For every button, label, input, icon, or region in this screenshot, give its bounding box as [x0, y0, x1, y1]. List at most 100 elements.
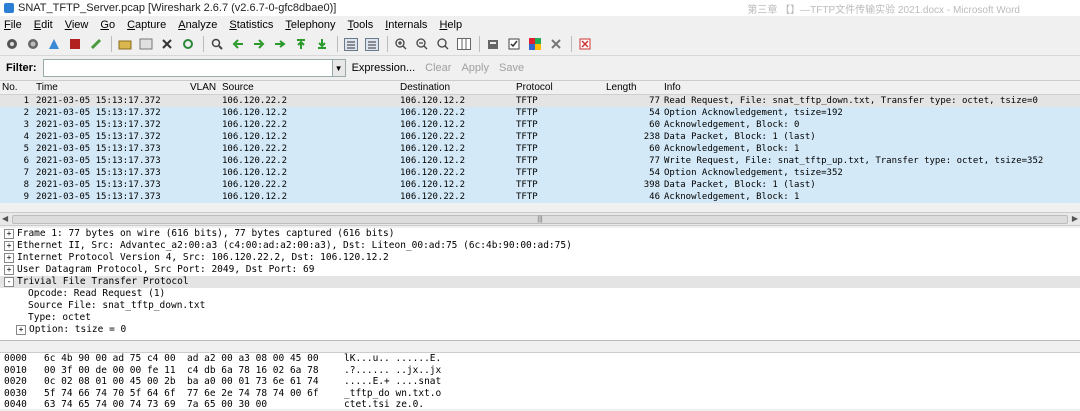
column-header-protocol[interactable]: Protocol	[516, 82, 606, 94]
bytes-row[interactable]: 0010 00 3f 00 de 00 00 fe 11 c4 db 6a 78 …	[0, 365, 1080, 377]
packet-time: 2021-03-05 15:13:17.373	[36, 192, 161, 202]
go-back-icon[interactable]	[230, 36, 246, 52]
collapse-icon[interactable]: -	[4, 276, 14, 287]
packet-source: 106.120.22.2	[222, 156, 288, 166]
menu-capture[interactable]: Capture	[127, 19, 166, 31]
toolbar-separator	[387, 36, 388, 52]
expand-icon[interactable]: +	[4, 228, 14, 239]
packet-time: 2021-03-05 15:13:17.372	[36, 96, 161, 106]
go-to-packet-icon[interactable]	[272, 36, 288, 52]
bytes-row[interactable]: 0020 0c 02 08 01 00 45 00 2b ba a0 00 01 …	[0, 376, 1080, 388]
detail-row[interactable]: + User Datagram Protocol, Src Port: 2049,…	[0, 264, 1080, 276]
bytes-hex: 00 3f 00 de 00 00 fe 11 c4 db 6a 78 16 0…	[44, 364, 319, 376]
coloring-rules-icon[interactable]	[527, 36, 543, 52]
column-header-vlan[interactable]: VLAN	[190, 82, 222, 94]
menu-go[interactable]: Go	[100, 19, 115, 31]
column-header-length[interactable]: Length	[606, 82, 664, 94]
packet-list-hscrollbar[interactable]: ◀ ||| ▶	[0, 212, 1080, 226]
colorize-icon[interactable]	[343, 36, 359, 52]
clear-button[interactable]: Clear	[425, 62, 451, 74]
bytes-row[interactable]: 0030 5f 74 66 74 70 5f 64 6f 77 6e 2e 74 …	[0, 388, 1080, 400]
packet-destination: 106.120.12.2	[400, 156, 466, 166]
toolbar-separator	[479, 36, 480, 52]
detail-row[interactable]: + Ethernet II, Src: Advantec_a2:00:a3 (c4…	[0, 240, 1080, 252]
detail-row[interactable]: + Frame 1: 77 bytes on wire (616 bits), 7…	[0, 228, 1080, 240]
display-filter-input[interactable]	[42, 59, 333, 77]
expression-button[interactable]: Expression...	[352, 62, 416, 74]
detail-row[interactable]: Opcode: Read Request (1)	[0, 288, 1080, 300]
packet-no: 8	[23, 180, 29, 190]
expand-icon[interactable]: +	[16, 324, 26, 335]
packet-row[interactable]: 8 2021-03-05 15:13:17.373 106.120.22.2 106.…	[0, 179, 1080, 191]
capture-options-icon[interactable]	[25, 36, 41, 52]
menu-view[interactable]: View	[65, 19, 89, 31]
expand-icon[interactable]: +	[4, 264, 14, 275]
expand-icon[interactable]: +	[4, 252, 14, 263]
reload-icon[interactable]	[180, 36, 196, 52]
close-file-icon[interactable]	[159, 36, 175, 52]
filter-dropdown-button[interactable]: ▼	[332, 59, 346, 77]
column-header-source[interactable]: Source	[222, 82, 400, 94]
column-header-info[interactable]: Info	[664, 82, 1080, 94]
preferences-icon[interactable]	[548, 36, 564, 52]
packet-vlan	[190, 167, 222, 179]
scrollbar-thumb[interactable]: |||	[12, 215, 1068, 224]
go-first-packet-icon[interactable]	[293, 36, 309, 52]
capture-filters-icon[interactable]	[485, 36, 501, 52]
packet-source: 106.120.22.2	[222, 180, 288, 190]
packet-row[interactable]: 2 2021-03-05 15:13:17.372 106.120.12.2 106.…	[0, 107, 1080, 119]
bytes-row[interactable]: 0040 63 74 65 74 00 74 73 69 7a 65 00 30 …	[0, 399, 1080, 411]
packet-no: 4	[23, 132, 29, 142]
scroll-left-icon[interactable]: ◀	[2, 214, 8, 223]
packet-vlan	[190, 107, 222, 119]
open-file-icon[interactable]	[117, 36, 133, 52]
detail-row[interactable]: Source File: snat_tftp_down.txt	[0, 300, 1080, 312]
interfaces-icon[interactable]	[4, 36, 20, 52]
packet-row[interactable]: 1 2021-03-05 15:13:17.372 106.120.22.2 106.…	[0, 95, 1080, 107]
expand-icon[interactable]: +	[4, 240, 14, 251]
save-file-icon[interactable]	[138, 36, 154, 52]
packet-row[interactable]: 4 2021-03-05 15:13:17.372 106.120.12.2 106.…	[0, 131, 1080, 143]
detail-row[interactable]: + Internet Protocol Version 4, Src: 106.1…	[0, 252, 1080, 264]
packet-row[interactable]: 3 2021-03-05 15:13:17.372 106.120.22.2 106.…	[0, 119, 1080, 131]
packet-row[interactable]: 6 2021-03-05 15:13:17.373 106.120.22.2 106.…	[0, 155, 1080, 167]
menu-file[interactable]: File	[4, 19, 22, 31]
packet-row[interactable]: 9 2021-03-05 15:13:17.373 106.120.12.2 106.…	[0, 191, 1080, 203]
packet-info: Acknowledgement, Block: 0	[664, 120, 800, 130]
zoom-out-icon[interactable]	[414, 36, 430, 52]
packet-length: 398	[643, 180, 660, 190]
column-header-destination[interactable]: Destination	[400, 82, 516, 94]
packet-source: 106.120.12.2	[222, 108, 288, 118]
bytes-row[interactable]: 0000 6c 4b 90 00 ad 75 c4 00 ad a2 00 a3 …	[0, 353, 1080, 365]
menu-tools[interactable]: Tools	[348, 19, 374, 31]
packet-row[interactable]: 5 2021-03-05 15:13:17.373 106.120.22.2 106.…	[0, 143, 1080, 155]
packet-row[interactable]: 7 2021-03-05 15:13:17.373 106.120.12.2 106.…	[0, 167, 1080, 179]
detail-row[interactable]: Type: octet	[0, 312, 1080, 324]
go-forward-icon[interactable]	[251, 36, 267, 52]
zoom-in-icon[interactable]	[393, 36, 409, 52]
autoscroll-icon[interactable]	[364, 36, 380, 52]
stop-capture-icon[interactable]	[67, 36, 83, 52]
display-filters-icon[interactable]	[506, 36, 522, 52]
scroll-right-icon[interactable]: ▶	[1072, 214, 1078, 223]
apply-button[interactable]: Apply	[461, 62, 489, 74]
start-capture-icon[interactable]	[46, 36, 62, 52]
zoom-normal-icon[interactable]	[435, 36, 451, 52]
menu-edit[interactable]: Edit	[34, 19, 53, 31]
menu-internals[interactable]: Internals	[385, 19, 427, 31]
detail-row[interactable]: + Option: tsize = 0	[0, 324, 1080, 336]
restart-capture-icon[interactable]	[88, 36, 104, 52]
column-header-no[interactable]: No.	[0, 82, 32, 94]
packet-time: 2021-03-05 15:13:17.373	[36, 180, 161, 190]
resize-columns-icon[interactable]	[456, 36, 472, 52]
menu-analyze[interactable]: Analyze	[178, 19, 217, 31]
save-button[interactable]: Save	[499, 62, 524, 74]
help-icon[interactable]	[577, 36, 593, 52]
menu-telephony[interactable]: Telephony	[285, 19, 335, 31]
detail-row[interactable]: - Trivial File Transfer Protocol	[0, 276, 1080, 288]
column-header-time[interactable]: Time	[32, 82, 190, 94]
go-last-packet-icon[interactable]	[314, 36, 330, 52]
menu-statistics[interactable]: Statistics	[229, 19, 273, 31]
menu-help[interactable]: Help	[439, 19, 462, 31]
find-packet-icon[interactable]	[209, 36, 225, 52]
